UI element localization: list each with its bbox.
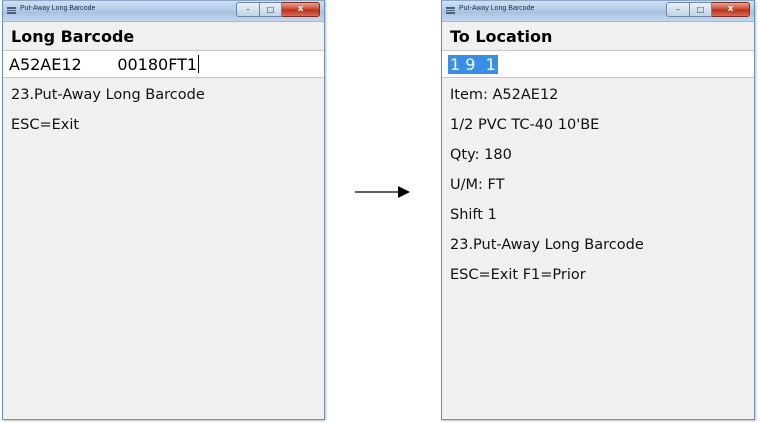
text-caret [198,55,200,73]
window-controls: – □ x [666,2,750,17]
page-title: To Location [450,27,553,46]
shift-info: Shift 1 [450,207,497,223]
minimize-button[interactable]: – [666,2,690,17]
window-title: Put-Away Long Barcode [20,5,96,12]
form-content: Long Barcode A52AE12 00180FT1 23.Put-Awa… [3,24,324,140]
maximize-button[interactable]: □ [690,2,712,17]
screenshot-stage: Put-Away Long Barcode – □ x Long Barcode… [0,0,758,422]
barcode-input[interactable]: A52AE12 00180FT1 [3,50,324,78]
quantity-info: Qty: 180 [450,147,512,163]
window-long-barcode: Put-Away Long Barcode – □ x Long Barcode… [2,0,325,420]
key-hint: ESC=Exit F1=Prior [450,267,586,283]
location-input-value: 1 9 1 [448,54,498,74]
close-button[interactable]: x [712,2,750,17]
barcode-input-value: A52AE12 00180FT1 [9,54,198,74]
close-button[interactable]: x [282,2,320,17]
title-bar[interactable]: Put-Away Long Barcode – □ x [442,1,754,22]
maximize-button[interactable]: □ [260,2,282,17]
title-bar[interactable]: Put-Away Long Barcode – □ x [3,1,324,22]
window-controls: – □ x [236,2,320,17]
app-menu-icon[interactable] [7,7,16,14]
item-description: 1/2 PVC TC-40 10'BE [450,117,600,133]
form-content: To Location 1 9 1 Item: A52AE12 1/2 PVC … [442,24,754,290]
location-input[interactable]: 1 9 1 [442,50,754,78]
page-title: Long Barcode [11,27,135,46]
window-to-location: Put-Away Long Barcode – □ x To Location … [441,0,755,420]
key-hint: ESC=Exit [11,117,80,133]
menu-label: 23.Put-Away Long Barcode [11,87,205,103]
minimize-button[interactable]: – [236,2,260,17]
menu-label: 23.Put-Away Long Barcode [450,237,644,253]
window-title: Put-Away Long Barcode [459,5,535,12]
right-arrow-icon [355,186,410,198]
item-info: Item: A52AE12 [450,87,559,103]
app-menu-icon[interactable] [446,7,455,14]
unit-of-measure: U/M: FT [450,177,505,193]
